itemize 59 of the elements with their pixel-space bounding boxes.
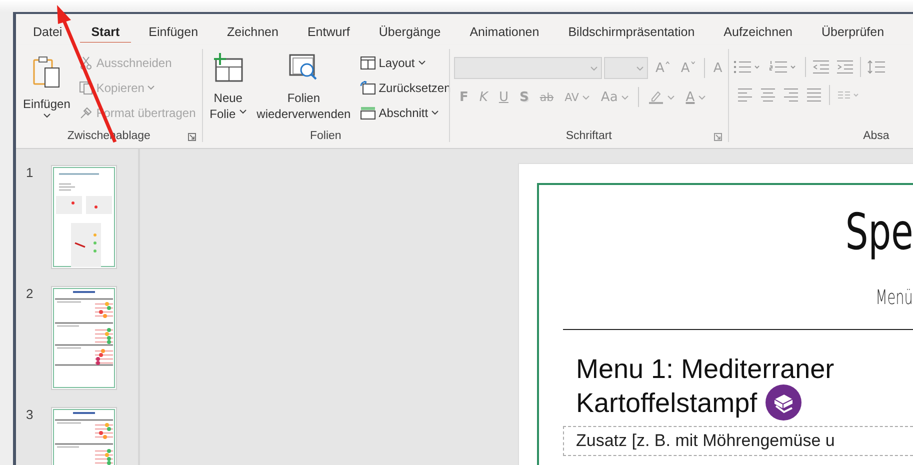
slide-number: 1: [26, 165, 34, 180]
layout-icon: [360, 56, 376, 70]
ribbon-tab[interactable]: Aufzeichnen: [712, 19, 804, 45]
align-center-icon[interactable]: [760, 88, 776, 102]
copy-icon: [79, 80, 94, 94]
caret-icon: [590, 66, 598, 70]
font-size-field[interactable]: [604, 57, 648, 79]
section-icon: [360, 106, 376, 120]
ribbon-tab[interactable]: Entwurf: [296, 19, 361, 45]
new-slide-icon: [212, 53, 244, 83]
slide-option-button[interactable]: Zurücksetzen: [358, 76, 453, 99]
caret-icon: [42, 113, 51, 118]
tofu-blocks-icon: [765, 384, 802, 421]
caret-icon: [431, 110, 440, 115]
dialog-launcher-icon[interactable]: [188, 133, 196, 141]
ribbon-tab[interactable]: Start: [80, 19, 131, 45]
ribbon-tab[interactable]: Bildschirmpräsentation: [557, 19, 706, 45]
align-left-icon[interactable]: [737, 88, 754, 102]
caret-icon: [238, 108, 247, 114]
align-right-icon[interactable]: [783, 88, 800, 102]
clipboard-icon: [32, 55, 62, 89]
paste-button[interactable]: Einfügen: [20, 49, 74, 130]
caret-icon: [666, 94, 675, 100]
caret-icon: [636, 66, 644, 70]
slide-subtitle: Menü: [876, 285, 913, 309]
menu-heading: Menu 1: Mediterraner: [576, 354, 836, 384]
group-label: Folien: [310, 130, 342, 142]
new-slide-button[interactable]: Neue Folie: [206, 49, 250, 130]
slide-number: 2: [26, 286, 34, 301]
slide-number: 3: [26, 407, 34, 422]
menu-heading: Kartoffelstampf: [576, 388, 758, 418]
pen-icon: [648, 90, 664, 104]
slide-option-button[interactable]: Abschnitt: [358, 101, 453, 124]
slide-option-button[interactable]: Layout: [358, 51, 453, 74]
note-textbox[interactable]: Zusatz [z. B. mit Möhrengemüse u: [563, 426, 913, 456]
ribbon-tab[interactable]: Überprüfen: [810, 19, 896, 45]
ribbon-tab[interactable]: Übergänge: [368, 19, 452, 45]
reuse-slides-button[interactable]: Folien wiederverwenden: [254, 49, 354, 130]
slide-title: Spe: [845, 202, 913, 263]
caret-icon: [147, 85, 156, 90]
decrease-indent-icon[interactable]: [812, 60, 830, 74]
slide-thumbnail[interactable]: [51, 286, 117, 390]
caret-icon: [698, 94, 706, 100]
dialog-launcher-icon[interactable]: [714, 133, 722, 141]
scissors-icon: [79, 56, 94, 70]
caret-icon: [582, 94, 590, 100]
slide-thumbnail[interactable]: [51, 165, 117, 269]
reset-slide-icon: [360, 80, 376, 94]
caret-icon: [620, 94, 629, 100]
caret-icon: [418, 60, 426, 65]
justify-icon[interactable]: [806, 88, 822, 102]
ribbon-tab[interactable]: Einfügen: [138, 19, 210, 45]
ribbon-tab[interactable]: Zeichnen: [216, 19, 290, 45]
increase-indent-icon[interactable]: [836, 60, 854, 74]
paintbrush-icon: [79, 106, 94, 120]
group-label: Absa: [863, 130, 890, 142]
group-label: Schriftart: [566, 130, 612, 142]
ribbon-tab[interactable]: Datei: [22, 19, 74, 45]
ribbon-tab[interactable]: Animationen: [458, 19, 550, 45]
